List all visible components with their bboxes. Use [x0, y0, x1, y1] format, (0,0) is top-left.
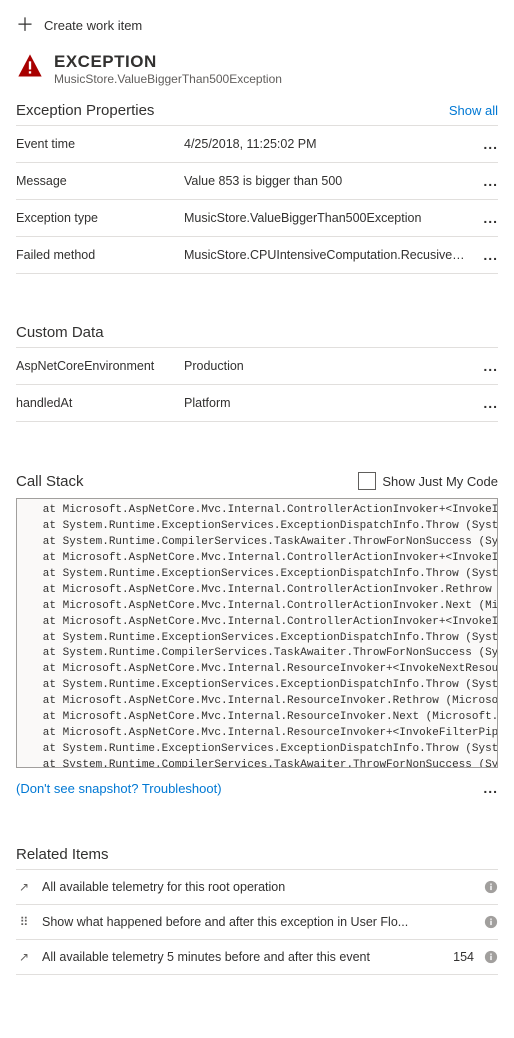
related-item[interactable]: ↗ All available telemetry 5 minutes befo… — [16, 939, 498, 975]
more-icon[interactable]: ... — [478, 210, 498, 226]
property-row: Failed method MusicStore.CPUIntensiveCom… — [16, 236, 498, 274]
property-key: AspNetCoreEnvironment — [16, 359, 176, 373]
exception-subtitle: MusicStore.ValueBiggerThan500Exception — [54, 72, 282, 86]
call-stack-title: Call Stack — [16, 473, 84, 490]
more-icon[interactable]: ... — [478, 173, 498, 189]
related-item-label: All available telemetry for this root op… — [42, 880, 464, 894]
create-work-item-button[interactable]: ＋ Create work item — [16, 16, 498, 52]
custom-data-title: Custom Data — [16, 324, 498, 341]
property-key: Message — [16, 174, 176, 188]
exception-properties-table: Event time 4/25/2018, 11:25:02 PM ... Me… — [16, 125, 498, 274]
show-just-my-code-checkbox[interactable]: Show Just My Code — [358, 472, 498, 490]
property-value: 4/25/2018, 11:25:02 PM — [184, 137, 470, 151]
exception-header: EXCEPTION MusicStore.ValueBiggerThan500E… — [16, 52, 498, 86]
flow-icon: ⠿ — [16, 915, 32, 929]
property-row: AspNetCoreEnvironment Production ... — [16, 347, 498, 384]
property-row: Exception type MusicStore.ValueBiggerTha… — [16, 199, 498, 236]
more-icon[interactable]: ... — [478, 247, 498, 263]
property-value: MusicStore.ValueBiggerThan500Exception — [184, 211, 470, 225]
info-icon — [484, 880, 498, 894]
more-icon[interactable]: ... — [478, 395, 498, 411]
property-row: Event time 4/25/2018, 11:25:02 PM ... — [16, 125, 498, 162]
show-all-link[interactable]: Show all — [449, 103, 498, 118]
open-icon: ↗ — [16, 880, 32, 894]
more-icon[interactable]: ... — [478, 136, 498, 152]
more-icon[interactable]: ... — [478, 780, 498, 796]
property-value: Production — [184, 359, 470, 373]
property-key: Exception type — [16, 211, 176, 225]
create-work-item-label: Create work item — [44, 18, 142, 33]
related-item[interactable]: ⠿ Show what happened before and after th… — [16, 904, 498, 939]
property-row: handledAt Platform ... — [16, 384, 498, 422]
exception-title: EXCEPTION — [54, 52, 282, 72]
property-value: Platform — [184, 396, 470, 410]
custom-data-table: AspNetCoreEnvironment Production ... han… — [16, 347, 498, 422]
property-value: Value 853 is bigger than 500 — [184, 174, 470, 188]
checkbox-icon — [358, 472, 376, 490]
related-item[interactable]: ↗ All available telemetry for this root … — [16, 869, 498, 904]
property-row: Message Value 853 is bigger than 500 ... — [16, 162, 498, 199]
troubleshoot-link[interactable]: (Don't see snapshot? Troubleshoot) — [16, 781, 222, 796]
property-value: MusicStore.CPUIntensiveComputation.Recus… — [184, 248, 470, 262]
property-key: Event time — [16, 137, 176, 151]
related-item-label: All available telemetry 5 minutes before… — [42, 950, 443, 964]
info-icon — [484, 950, 498, 964]
related-item-label: Show what happened before and after this… — [42, 915, 464, 929]
property-key: handledAt — [16, 396, 176, 410]
warning-triangle-icon — [16, 52, 44, 80]
related-items-title: Related Items — [16, 846, 498, 863]
related-item-count: 154 — [453, 950, 474, 964]
plus-icon: ＋ — [16, 16, 34, 34]
checkbox-label: Show Just My Code — [382, 474, 498, 489]
call-stack-textbox[interactable]: at Microsoft.AspNetCore.Mvc.Internal.Con… — [16, 498, 498, 768]
open-icon: ↗ — [16, 950, 32, 964]
property-key: Failed method — [16, 248, 176, 262]
exception-properties-title: Exception Properties — [16, 102, 154, 119]
more-icon[interactable]: ... — [478, 358, 498, 374]
info-icon — [484, 915, 498, 929]
